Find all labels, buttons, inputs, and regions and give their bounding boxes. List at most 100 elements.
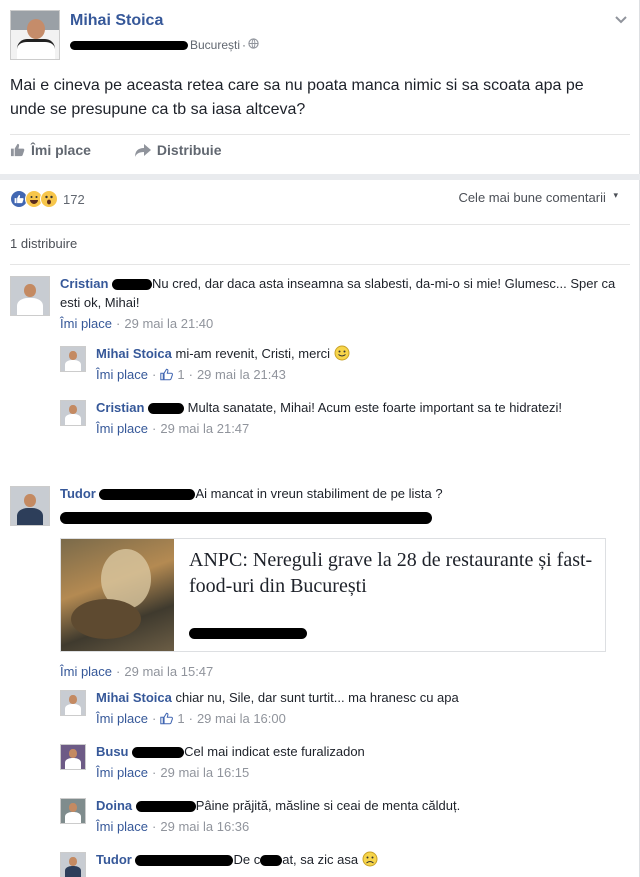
reply-like-link[interactable]: Îmi place	[96, 817, 148, 836]
reply-author[interactable]: Tudor	[96, 852, 132, 867]
reply-body: Mihai Stoica chiar nu, Sile, dar sunt tu…	[96, 688, 616, 728]
post-card: Mihai Stoica București · Mai e cineva pe…	[0, 0, 640, 877]
redacted-block	[99, 489, 196, 501]
reply-avatar[interactable]	[60, 852, 86, 877]
share-arrow-icon	[134, 143, 151, 157]
sad-emoji-icon	[362, 851, 378, 867]
post-meta: București ·	[70, 38, 259, 52]
preview-title: ANPC: Nereguli grave la 28 de restaurant…	[189, 549, 593, 597]
reply-body: Busu Cel mai indicat este furalizadon Îm…	[96, 742, 616, 782]
section-divider	[0, 174, 640, 180]
reply-meta: Îmi place · 29 mai la 16:36	[96, 817, 250, 836]
like-label: Îmi place	[31, 142, 91, 158]
thumbs-up-icon	[160, 712, 174, 725]
reply-avatar[interactable]	[60, 346, 86, 372]
reply-avatar[interactable]	[60, 744, 86, 770]
divider	[10, 134, 630, 135]
smile-emoji-icon	[334, 345, 350, 361]
reply-text: Cel mai indicat este furalizadon	[184, 744, 365, 759]
reply-time[interactable]: 29 mai la 16:00	[197, 709, 286, 728]
share-button[interactable]: Distribuie	[134, 142, 222, 158]
caret-down-icon: ▾	[613, 190, 618, 200]
post-header: Mihai Stoica București ·	[10, 10, 630, 62]
reply-like-link[interactable]: Îmi place	[96, 365, 148, 384]
reply-text-cont: at, sa zic asa	[282, 852, 359, 867]
comment-text: Ai mancat in vreun stabiliment de pe lis…	[195, 486, 443, 501]
comment-meta: Îmi place · 29 mai la 15:47	[60, 664, 214, 679]
preview-domain	[189, 625, 307, 640]
chevron-down-icon[interactable]	[614, 12, 628, 30]
comment-author[interactable]: Tudor	[60, 486, 96, 501]
redacted-link[interactable]	[60, 507, 620, 526]
divider	[10, 264, 630, 265]
comment-meta: Îmi place · 29 mai la 21:40	[60, 314, 214, 333]
comment-sort-dropdown[interactable]: Cele mai bune comentarii ▾	[458, 190, 618, 205]
link-preview-card[interactable]: ANPC: Nereguli grave la 28 de restaurant…	[60, 538, 606, 652]
reply-time[interactable]: 29 mai la 21:43	[197, 365, 286, 384]
reply-body: Cristian Multa sanatate, Mihai! Acum est…	[96, 398, 616, 438]
comment-author[interactable]: Cristian	[60, 276, 108, 291]
thumbs-up-icon	[10, 143, 25, 157]
post-location[interactable]: București	[190, 38, 240, 52]
comment-meta-row: Îmi place · 29 mai la 15:47	[60, 662, 620, 679]
share-label: Distribuie	[156, 142, 222, 158]
reply-time[interactable]: 29 mai la 21:47	[160, 419, 249, 438]
reply-text: chiar nu, Sile, dar sunt turtit... ma hr…	[175, 690, 459, 705]
reply-text: mi-am revenit, Cristi, merci	[175, 346, 331, 361]
redacted-block	[135, 801, 196, 813]
sort-label: Cele mai bune comentarii	[458, 190, 606, 205]
reply-body: Doina Pâine prăjită, măsline si ceai de …	[96, 796, 616, 836]
author-avatar[interactable]	[10, 10, 60, 60]
reply-author[interactable]: Mihai Stoica	[96, 346, 172, 361]
reply-author[interactable]: Busu	[96, 744, 129, 759]
reply-meta: Îmi place · 1 · 29 mai la 21:43	[96, 365, 286, 384]
redacted-block	[260, 855, 283, 867]
reply-like-count[interactable]: 1	[177, 709, 184, 728]
globe-icon	[248, 38, 259, 52]
reply-meta: Îmi place · 1 · 29 mai la 16:00	[96, 709, 286, 728]
comment-time[interactable]: 29 mai la 15:47	[124, 664, 213, 679]
post-text: Mai e cineva pe aceasta retea care sa nu…	[10, 77, 584, 118]
shares-count[interactable]: 1 distribuire	[10, 236, 77, 251]
reaction-count: 172	[63, 191, 85, 207]
comment-time[interactable]: 29 mai la 21:40	[124, 314, 213, 333]
commenter-avatar[interactable]	[10, 276, 50, 316]
divider	[10, 224, 630, 225]
reply-like-link[interactable]: Îmi place	[96, 709, 148, 728]
reply-avatar[interactable]	[60, 400, 86, 426]
reply-like-link[interactable]: Îmi place	[96, 763, 148, 782]
reply-like-link[interactable]: Îmi place	[96, 419, 148, 438]
redacted-block	[135, 855, 234, 867]
reply-meta: Îmi place · 29 mai la 21:47	[96, 419, 250, 438]
thumbs-up-icon	[160, 368, 174, 381]
redacted-block	[112, 279, 153, 291]
reply-author[interactable]: Mihai Stoica	[96, 690, 172, 705]
redacted-block	[132, 747, 185, 759]
reply-body: Tudor De c at, sa zic asa	[96, 850, 616, 869]
reply-like-count[interactable]: 1	[177, 365, 184, 384]
reply-meta: Îmi place · 29 mai la 16:15	[96, 763, 250, 782]
reply-avatar[interactable]	[60, 690, 86, 716]
reply-body: Mihai Stoica mi-am revenit, Cristi, merc…	[96, 344, 616, 384]
reply-author[interactable]: Cristian	[96, 400, 144, 415]
wow-reaction-icon	[40, 190, 58, 208]
reply-time[interactable]: 29 mai la 16:15	[160, 763, 249, 782]
reply-text: De c	[233, 852, 261, 867]
redacted-block	[70, 40, 188, 50]
preview-image	[61, 539, 174, 651]
comment-body: Tudor Ai mancat in vreun stabiliment de …	[60, 484, 620, 526]
like-button[interactable]: Îmi place	[10, 142, 91, 158]
comment-like-link[interactable]: Îmi place	[60, 314, 112, 333]
comment-body: Cristian Nu cred, dar daca asta inseamna…	[60, 274, 620, 333]
reactions-bar[interactable]: 172 Cele mai bune comentarii ▾	[10, 188, 630, 210]
redacted-block	[148, 403, 185, 415]
commenter-avatar[interactable]	[10, 486, 50, 526]
reply-avatar[interactable]	[60, 798, 86, 824]
reply-time[interactable]: 29 mai la 16:36	[160, 817, 249, 836]
post-actions: Îmi place Distribuie	[10, 142, 222, 158]
reply-text: Pâine prăjită, măsline si ceai de menta …	[195, 798, 461, 813]
reply-author[interactable]: Doina	[96, 798, 132, 813]
post-author-name[interactable]: Mihai Stoica	[70, 12, 163, 30]
meta-separator: ·	[242, 38, 247, 52]
comment-like-link[interactable]: Îmi place	[60, 664, 112, 679]
